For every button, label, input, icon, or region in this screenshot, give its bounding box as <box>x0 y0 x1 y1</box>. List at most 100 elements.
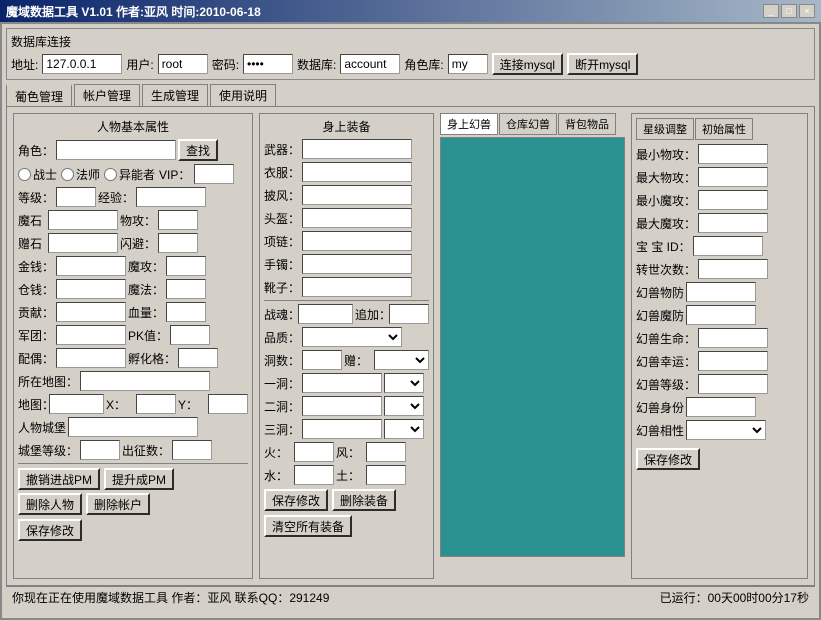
hp-input[interactable] <box>166 302 206 322</box>
pet-luck-input[interactable] <box>698 351 768 371</box>
gold-input[interactable] <box>56 256 126 276</box>
hole1-input[interactable] <box>302 373 382 393</box>
warrior-radio[interactable]: 战士 <box>18 166 57 183</box>
quality-select[interactable] <box>302 327 402 347</box>
cang-input[interactable] <box>56 279 126 299</box>
helmet-input[interactable] <box>302 208 412 228</box>
hole2-input[interactable] <box>302 396 382 416</box>
gongxian-input[interactable] <box>56 302 126 322</box>
hole3-select[interactable] <box>384 419 424 439</box>
tab-usage-desc[interactable]: 使用说明 <box>210 84 276 106</box>
right-tab-initial[interactable]: 初始属性 <box>695 118 753 140</box>
max-mag-atk-input[interactable] <box>698 213 768 233</box>
rebirth-row: 转世次数： <box>636 259 803 279</box>
weapon-input[interactable] <box>302 139 412 159</box>
cloak-input[interactable] <box>302 185 412 205</box>
map-input[interactable] <box>80 371 210 391</box>
hole3-input[interactable] <box>302 419 382 439</box>
juntuan-input[interactable] <box>56 325 126 345</box>
castlelevel-input[interactable] <box>80 440 120 460</box>
shoes-input[interactable] <box>302 277 412 297</box>
gift-select[interactable] <box>374 350 429 370</box>
pet-affinity-row: 幻兽相性 <box>636 420 803 440</box>
db-label: 数据库: <box>297 56 336 73</box>
db-input[interactable] <box>340 54 400 74</box>
cloth-input[interactable] <box>302 162 412 182</box>
search-button[interactable]: 查找 <box>178 139 218 161</box>
mage-radio[interactable]: 法师 <box>61 166 100 183</box>
flash-atk-input[interactable] <box>158 233 198 253</box>
wind-input[interactable] <box>366 442 406 462</box>
pk-input[interactable] <box>170 325 210 345</box>
hole2-select[interactable] <box>384 396 424 416</box>
expcount-input[interactable] <box>172 440 212 460</box>
pet-hp-input[interactable] <box>698 328 768 348</box>
x-input[interactable] <box>136 394 176 414</box>
addr-input[interactable] <box>42 54 122 74</box>
pet-tab-warehouse[interactable]: 仓库幻兽 <box>499 113 557 135</box>
pet-level-input[interactable] <box>698 374 768 394</box>
tab-account-manage[interactable]: 帐户管理 <box>74 84 140 106</box>
vip-input[interactable] <box>194 164 234 184</box>
tab-generate-manage[interactable]: 生成管理 <box>142 84 208 106</box>
weapon-label: 武器： <box>264 141 300 158</box>
pet-body-input[interactable] <box>686 397 756 417</box>
min-phys-atk-input[interactable] <box>698 144 768 164</box>
mapcode-input[interactable] <box>49 394 104 414</box>
disconnect-mysql-button[interactable]: 断开mysql <box>567 53 638 75</box>
right-tab-star[interactable]: 星级调整 <box>636 118 694 140</box>
holes-input[interactable] <box>302 350 342 370</box>
role-input[interactable] <box>448 54 488 74</box>
level-input[interactable] <box>56 187 96 207</box>
maximize-button[interactable]: □ <box>781 4 797 18</box>
peiou-input[interactable] <box>56 348 126 368</box>
min-mag-atk-input[interactable] <box>698 190 768 210</box>
y-input[interactable] <box>208 394 248 414</box>
necklace-input[interactable] <box>302 231 412 251</box>
phys-atk-input[interactable] <box>158 210 198 230</box>
mag-atk-input[interactable] <box>166 256 206 276</box>
pet-tab-bag[interactable]: 背包物品 <box>558 113 616 135</box>
pet-id-input[interactable] <box>693 236 763 256</box>
mag-input[interactable] <box>166 279 206 299</box>
castle-input[interactable] <box>68 417 198 437</box>
fire-label: 火： <box>264 444 292 461</box>
rebirth-input[interactable] <box>698 259 768 279</box>
minimize-button[interactable]: _ <box>763 4 779 18</box>
hatch-input[interactable] <box>178 348 218 368</box>
helmet-label: 头盔： <box>264 210 300 227</box>
odd-radio[interactable]: 异能者 <box>104 166 155 183</box>
add-input[interactable] <box>389 304 429 324</box>
water-input[interactable] <box>294 465 334 485</box>
right-save-button[interactable]: 保存修改 <box>636 448 700 470</box>
zengshi-input[interactable] <box>48 233 118 253</box>
delete-acc-button[interactable]: 删除帐户 <box>86 493 150 515</box>
pwd-input[interactable] <box>243 54 293 74</box>
battlesoul-input[interactable] <box>298 304 353 324</box>
delete-char-button[interactable]: 删除人物 <box>18 493 82 515</box>
bracelet-input[interactable] <box>302 254 412 274</box>
delete-equip-button[interactable]: 删除装备 <box>332 489 396 511</box>
upgrade-pm-button[interactable]: 提升成PM <box>104 468 174 490</box>
connect-mysql-button[interactable]: 连接mysql <box>492 53 563 75</box>
pet-affinity-select[interactable] <box>686 420 766 440</box>
hole1-select[interactable] <box>384 373 424 393</box>
clear-all-equip-button[interactable]: 清空所有装备 <box>264 515 352 537</box>
earth-input[interactable] <box>366 465 406 485</box>
middle-save-button[interactable]: 保存修改 <box>264 489 328 511</box>
pet-phys-def-input[interactable] <box>686 282 756 302</box>
pet-mag-def-input[interactable] <box>686 305 756 325</box>
fire-input[interactable] <box>294 442 334 462</box>
left-save-button[interactable]: 保存修改 <box>18 519 82 541</box>
max-phys-atk-input[interactable] <box>698 167 768 187</box>
close-button[interactable]: × <box>799 4 815 18</box>
role-input[interactable] <box>56 140 176 160</box>
exp-input[interactable] <box>136 187 206 207</box>
pet-level-label: 幻兽等级： <box>636 376 696 393</box>
tab-grape-manage[interactable]: 葡色管理 <box>6 84 72 106</box>
moshi-input[interactable] <box>48 210 118 230</box>
cloak-row: 披风： <box>264 185 429 205</box>
pet-tab-on-body[interactable]: 身上幻兽 <box>440 113 498 135</box>
user-input[interactable] <box>158 54 208 74</box>
cancel-fight-button[interactable]: 撤销进战PM <box>18 468 100 490</box>
